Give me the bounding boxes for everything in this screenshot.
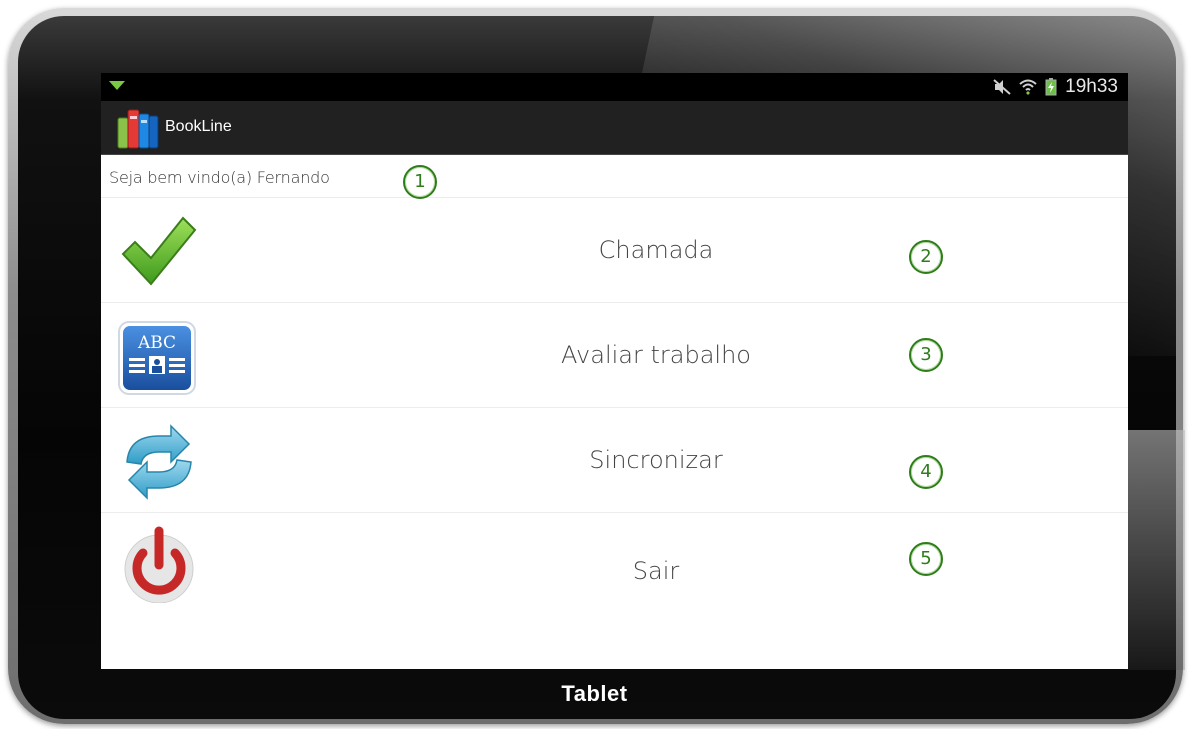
device-label: Tablet xyxy=(561,681,628,706)
menu-item-sincronizar[interactable]: Sincronizar xyxy=(101,408,1128,513)
status-bar: 19h33 xyxy=(101,73,1128,101)
battery-charging-icon xyxy=(1045,78,1057,96)
menu-label: Sair xyxy=(632,557,680,585)
callout-badge-4: 4 xyxy=(909,455,943,489)
clock-time: 19h33 xyxy=(1065,76,1118,97)
wifi-icon xyxy=(1019,79,1037,95)
menu-item-avaliar-trabalho[interactable]: ABC Avaliar trabalho xyxy=(101,303,1128,408)
books-logo-icon[interactable] xyxy=(115,106,161,150)
welcome-message: Seja bem vindo(a) Fernando xyxy=(109,168,330,187)
action-bar: BookLine xyxy=(101,101,1128,155)
download-notification-icon[interactable] xyxy=(109,81,125,90)
menu-label: Sincronizar xyxy=(589,446,723,474)
mute-icon xyxy=(993,79,1011,95)
abc-card-icon: ABC xyxy=(118,321,196,395)
menu-label: Avaliar trabalho xyxy=(561,341,751,369)
svg-text:ABC: ABC xyxy=(137,333,176,353)
power-icon xyxy=(124,526,194,603)
menu-item-chamada[interactable]: Chamada xyxy=(101,198,1128,303)
callout-badge-1: 1 xyxy=(403,165,437,199)
menu-label: Chamada xyxy=(598,236,714,264)
checkmark-icon xyxy=(121,216,197,286)
callout-badge-2: 2 xyxy=(909,240,943,274)
sync-arrows-icon xyxy=(126,424,192,500)
status-icons: 19h33 xyxy=(993,75,1118,99)
menu-item-sair[interactable]: Sair xyxy=(101,513,1128,617)
welcome-row: Seja bem vindo(a) Fernando xyxy=(101,155,1128,198)
app-title: BookLine xyxy=(165,118,232,135)
callout-badge-5: 5 xyxy=(909,542,943,576)
callout-badge-3: 3 xyxy=(909,338,943,372)
bezel-gloss xyxy=(1125,430,1185,670)
app-screen: 19h33 BookLine Seja bem vindo(a) Fernand… xyxy=(101,73,1128,669)
